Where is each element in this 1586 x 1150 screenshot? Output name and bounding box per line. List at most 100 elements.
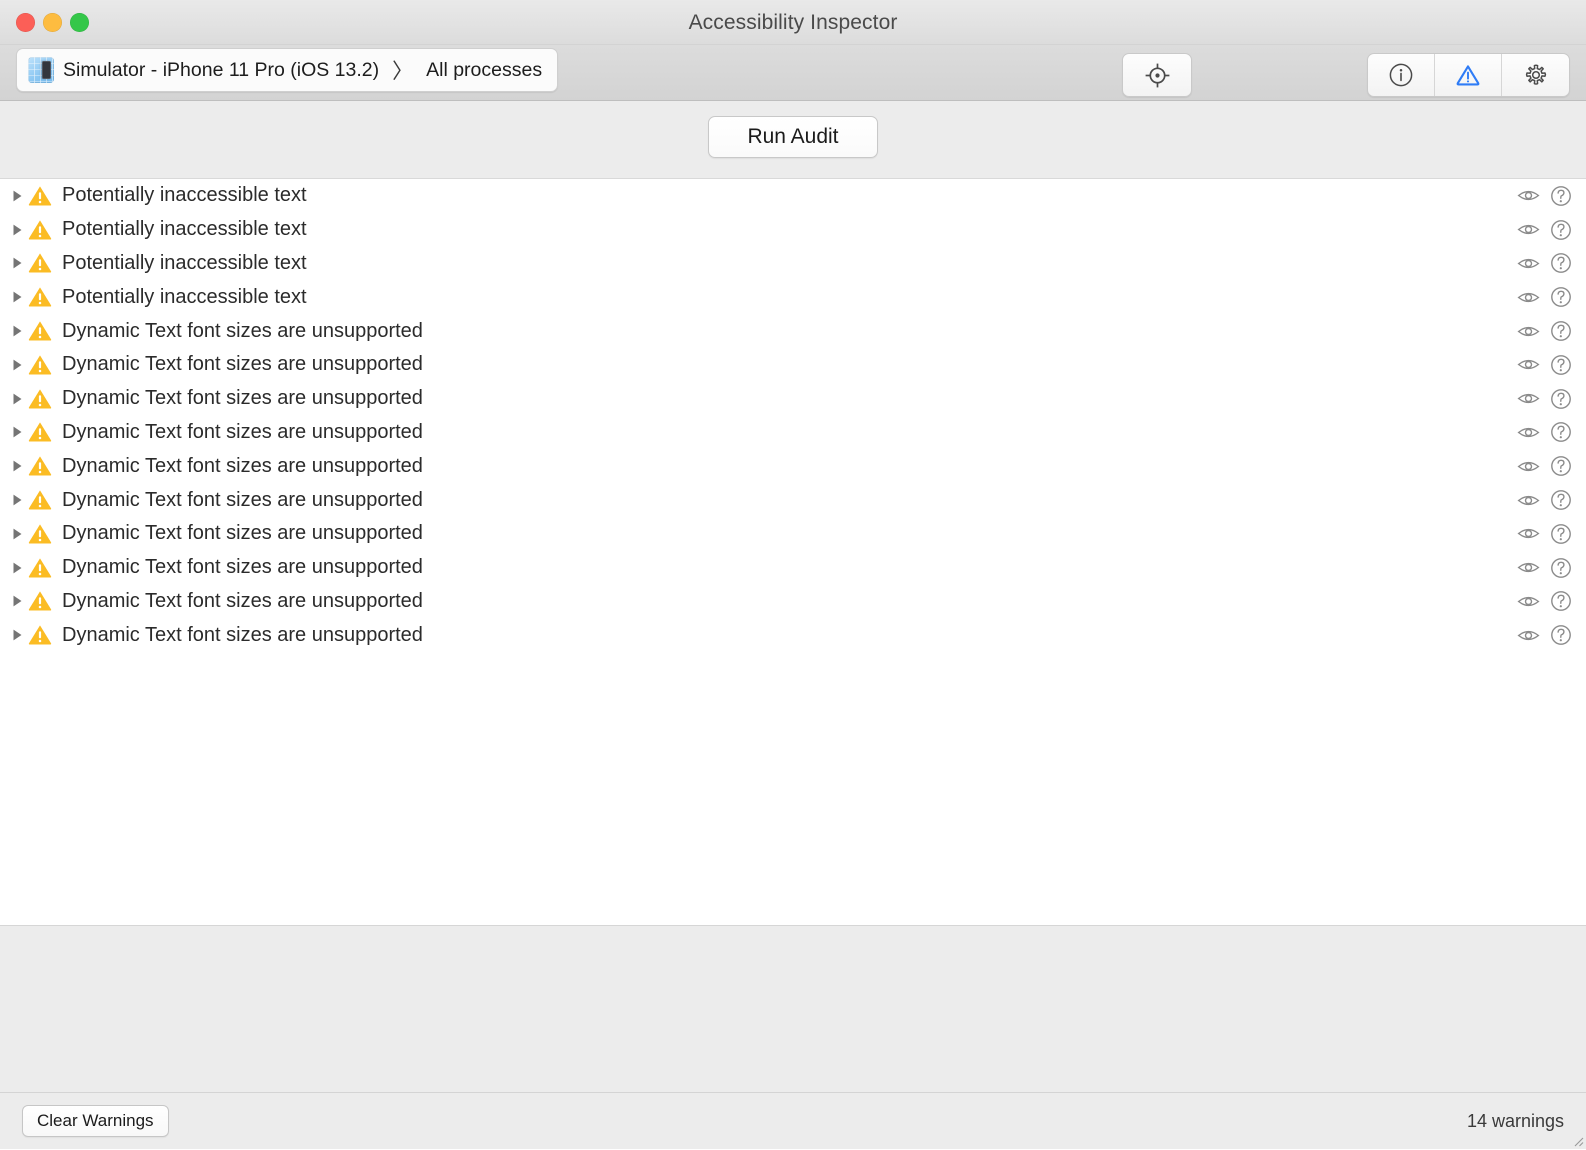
run-audit-button[interactable]: Run Audit bbox=[708, 116, 878, 158]
disclosure-triangle-icon[interactable] bbox=[8, 392, 26, 406]
row-label: Potentially inaccessible text bbox=[62, 184, 307, 207]
disclosure-triangle-icon[interactable] bbox=[8, 189, 26, 203]
disclosure-triangle-icon[interactable] bbox=[8, 290, 26, 304]
help-circle-icon[interactable] bbox=[1550, 590, 1572, 612]
warning-triangle-icon bbox=[28, 455, 52, 477]
disclosure-triangle-icon[interactable] bbox=[8, 256, 26, 270]
eye-icon[interactable] bbox=[1517, 559, 1540, 576]
audit-results-list[interactable]: Potentially inaccessible text Potentially… bbox=[0, 179, 1586, 926]
row-actions bbox=[1517, 449, 1572, 483]
help-circle-icon[interactable] bbox=[1550, 252, 1572, 274]
eye-icon[interactable] bbox=[1517, 255, 1540, 272]
table-row[interactable]: Dynamic Text font sizes are unsupported bbox=[0, 618, 1586, 652]
table-row[interactable]: Dynamic Text font sizes are unsupported bbox=[0, 382, 1586, 416]
help-circle-icon[interactable] bbox=[1550, 354, 1572, 376]
warning-triangle-icon bbox=[28, 320, 52, 342]
eye-icon[interactable] bbox=[1517, 187, 1540, 204]
eye-icon[interactable] bbox=[1517, 525, 1540, 542]
row-actions bbox=[1517, 517, 1572, 551]
disclosure-triangle-icon[interactable] bbox=[8, 358, 26, 372]
row-actions bbox=[1517, 382, 1572, 416]
help-circle-icon[interactable] bbox=[1550, 185, 1572, 207]
table-row[interactable]: Dynamic Text font sizes are unsupported bbox=[0, 416, 1586, 450]
clear-warnings-button[interactable]: Clear Warnings bbox=[22, 1105, 169, 1137]
warning-triangle-icon bbox=[28, 252, 52, 274]
help-circle-icon[interactable] bbox=[1550, 388, 1572, 410]
warning-triangle-icon bbox=[28, 523, 52, 545]
table-row[interactable]: Potentially inaccessible text bbox=[0, 247, 1586, 281]
row-actions bbox=[1517, 247, 1572, 281]
disclosure-triangle-icon[interactable] bbox=[8, 561, 26, 575]
disclosure-triangle-icon[interactable] bbox=[8, 425, 26, 439]
eye-icon[interactable] bbox=[1517, 221, 1540, 238]
inspection-pointer-button[interactable] bbox=[1122, 53, 1192, 97]
row-actions bbox=[1517, 618, 1572, 652]
row-label: Potentially inaccessible text bbox=[62, 251, 307, 274]
warning-triangle-icon bbox=[28, 354, 52, 376]
target-scope-label: All processes bbox=[426, 58, 543, 81]
disclosure-triangle-icon[interactable] bbox=[8, 628, 26, 642]
disclosure-triangle-icon[interactable] bbox=[8, 223, 26, 237]
eye-icon[interactable] bbox=[1517, 492, 1540, 509]
chevron-right-icon: 〉 bbox=[392, 60, 414, 83]
row-actions bbox=[1517, 280, 1572, 314]
eye-icon[interactable] bbox=[1517, 323, 1540, 340]
row-actions bbox=[1517, 213, 1572, 247]
disclosure-triangle-icon[interactable] bbox=[8, 493, 26, 507]
row-actions bbox=[1517, 179, 1572, 213]
table-row[interactable]: Dynamic Text font sizes are unsupported bbox=[0, 449, 1586, 483]
tab-settings[interactable] bbox=[1502, 54, 1569, 96]
audit-rows-container: Potentially inaccessible text Potentially… bbox=[0, 179, 1586, 652]
table-row[interactable]: Potentially inaccessible text bbox=[0, 280, 1586, 314]
row-label: Potentially inaccessible text bbox=[62, 285, 307, 308]
help-circle-icon[interactable] bbox=[1550, 523, 1572, 545]
eye-icon[interactable] bbox=[1517, 627, 1540, 644]
tab-inspection[interactable] bbox=[1368, 54, 1435, 96]
table-row[interactable]: Potentially inaccessible text bbox=[0, 213, 1586, 247]
table-row[interactable]: Potentially inaccessible text bbox=[0, 179, 1586, 213]
disclosure-triangle-icon[interactable] bbox=[8, 527, 26, 541]
help-circle-icon[interactable] bbox=[1550, 489, 1572, 511]
row-actions bbox=[1517, 348, 1572, 382]
eye-icon[interactable] bbox=[1517, 356, 1540, 373]
help-circle-icon[interactable] bbox=[1550, 320, 1572, 342]
warning-triangle-icon bbox=[28, 590, 52, 612]
row-label: Dynamic Text font sizes are unsupported bbox=[62, 488, 423, 511]
disclosure-triangle-icon[interactable] bbox=[8, 324, 26, 338]
gear-icon bbox=[1525, 64, 1546, 85]
table-row[interactable]: Dynamic Text font sizes are unsupported bbox=[0, 551, 1586, 585]
table-row[interactable]: Dynamic Text font sizes are unsupported bbox=[0, 314, 1586, 348]
warning-triangle-icon bbox=[28, 185, 52, 207]
help-circle-icon[interactable] bbox=[1550, 219, 1572, 241]
table-row[interactable]: Dynamic Text font sizes are unsupported bbox=[0, 585, 1586, 619]
eye-icon[interactable] bbox=[1517, 390, 1540, 407]
row-actions bbox=[1517, 314, 1572, 348]
eye-icon[interactable] bbox=[1517, 289, 1540, 306]
disclosure-triangle-icon[interactable] bbox=[8, 459, 26, 473]
help-circle-icon[interactable] bbox=[1550, 557, 1572, 579]
warning-triangle-icon bbox=[28, 421, 52, 443]
status-bar: Clear Warnings 14 warnings bbox=[0, 1093, 1586, 1149]
table-row[interactable]: Dynamic Text font sizes are unsupported bbox=[0, 517, 1586, 551]
tab-audit[interactable] bbox=[1435, 54, 1502, 96]
table-row[interactable]: Dynamic Text font sizes are unsupported bbox=[0, 483, 1586, 517]
row-actions bbox=[1517, 483, 1572, 517]
crosshair-target-icon bbox=[1145, 63, 1169, 87]
help-circle-icon[interactable] bbox=[1550, 455, 1572, 477]
toolbar: Simulator - iPhone 11 Pro (iOS 13.2) 〉 A… bbox=[0, 45, 1586, 101]
help-circle-icon[interactable] bbox=[1550, 286, 1572, 308]
row-label: Potentially inaccessible text bbox=[62, 218, 307, 241]
help-circle-icon[interactable] bbox=[1550, 624, 1572, 646]
eye-icon[interactable] bbox=[1517, 593, 1540, 610]
help-circle-icon[interactable] bbox=[1550, 421, 1572, 443]
resize-grip-icon[interactable] bbox=[1570, 1133, 1584, 1147]
target-process-chooser[interactable]: Simulator - iPhone 11 Pro (iOS 13.2) 〉 A… bbox=[16, 48, 559, 92]
eye-icon[interactable] bbox=[1517, 424, 1540, 441]
simulator-app-icon bbox=[28, 57, 54, 83]
window-title: Accessibility Inspector bbox=[688, 11, 898, 34]
table-row[interactable]: Dynamic Text font sizes are unsupported bbox=[0, 348, 1586, 382]
disclosure-triangle-icon[interactable] bbox=[8, 594, 26, 608]
target-process-label: Simulator - iPhone 11 Pro (iOS 13.2) bbox=[63, 58, 380, 81]
eye-icon[interactable] bbox=[1517, 458, 1540, 475]
row-actions bbox=[1517, 585, 1572, 619]
